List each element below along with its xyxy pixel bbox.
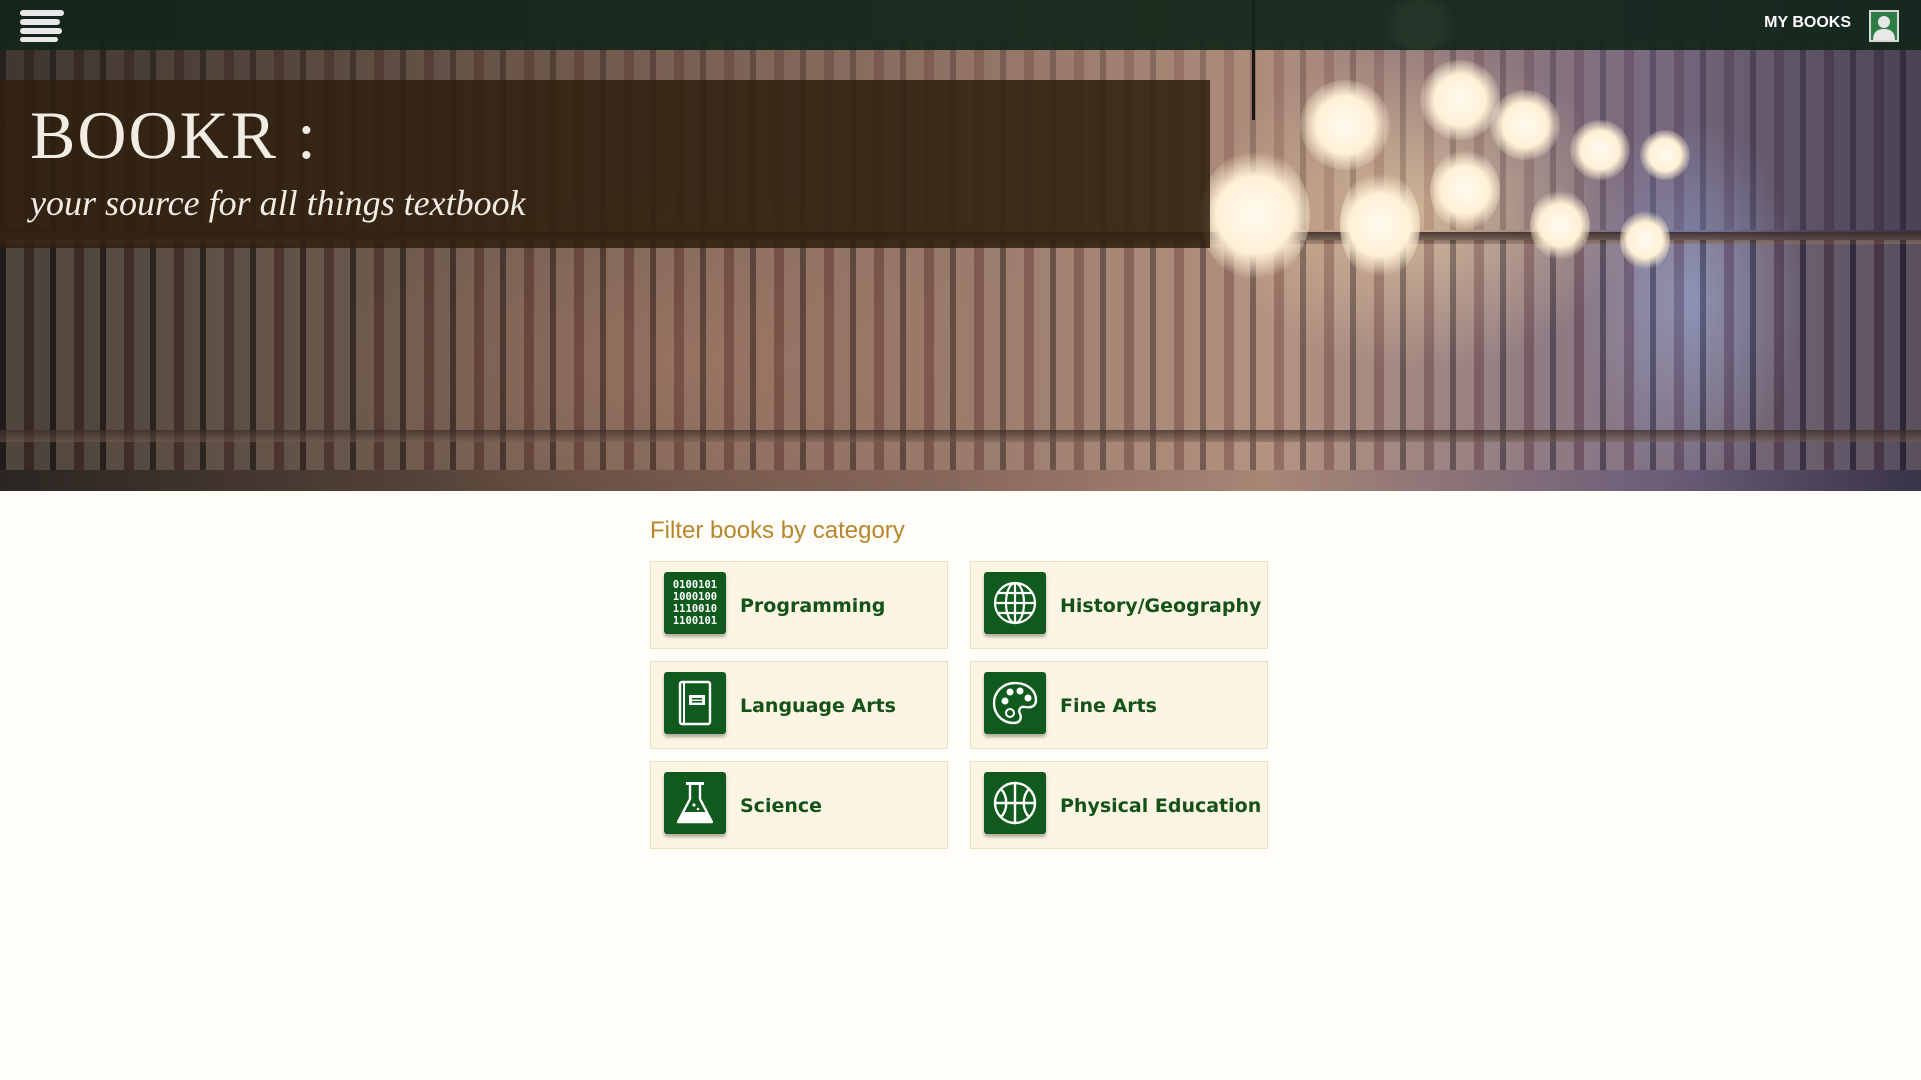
category-language-arts[interactable]: Language Arts xyxy=(650,661,948,749)
light-bulb xyxy=(1570,120,1630,180)
binary-code-text: 0100101 1000100 1110010 1100101 xyxy=(672,579,718,627)
basketball-icon xyxy=(984,772,1046,834)
category-label: Fine Arts xyxy=(1060,695,1157,717)
stacked-books-menu-icon[interactable] xyxy=(20,10,66,42)
hero-shelf xyxy=(0,430,1921,442)
light-bulb xyxy=(1300,80,1390,170)
hero-title-panel: BOOKR : your source for all things textb… xyxy=(0,80,1210,248)
category-science[interactable]: Science xyxy=(650,761,948,849)
site-tagline: your source for all things textbook xyxy=(30,183,526,223)
category-label: Physical Education xyxy=(1060,795,1262,817)
top-navigation-bar: MY BOOKS xyxy=(0,0,1921,50)
binary-code-icon: 0100101 1000100 1110010 1100101 xyxy=(664,572,726,634)
my-books-link[interactable]: MY BOOKS xyxy=(1764,14,1851,32)
filter-heading: Filter books by category xyxy=(650,517,905,544)
globe-icon xyxy=(984,572,1046,634)
category-label: Science xyxy=(740,795,823,817)
category-fine-arts[interactable]: Fine Arts xyxy=(970,661,1268,749)
light-bulb xyxy=(1430,150,1500,230)
light-bulb xyxy=(1420,60,1500,140)
light-bulb xyxy=(1530,190,1590,260)
book-icon xyxy=(664,672,726,734)
light-bulb xyxy=(1340,170,1420,280)
light-bulb xyxy=(1200,150,1310,280)
category-history-geography[interactable]: History/Geography xyxy=(970,561,1268,649)
category-label: Language Arts xyxy=(740,695,896,717)
category-label: Programming xyxy=(740,595,886,617)
site-title: BOOKR : xyxy=(30,97,318,173)
light-bulb xyxy=(1490,90,1560,160)
light-bulb xyxy=(1620,210,1670,270)
category-label: History/Geography xyxy=(1060,595,1262,617)
light-bulb xyxy=(1640,130,1690,180)
category-programming[interactable]: 0100101 1000100 1110010 1100101 Programm… xyxy=(650,561,948,649)
palette-icon xyxy=(984,672,1046,734)
flask-icon xyxy=(664,772,726,834)
user-avatar-icon[interactable] xyxy=(1869,10,1899,42)
category-physical-education[interactable]: Physical Education xyxy=(970,761,1268,849)
